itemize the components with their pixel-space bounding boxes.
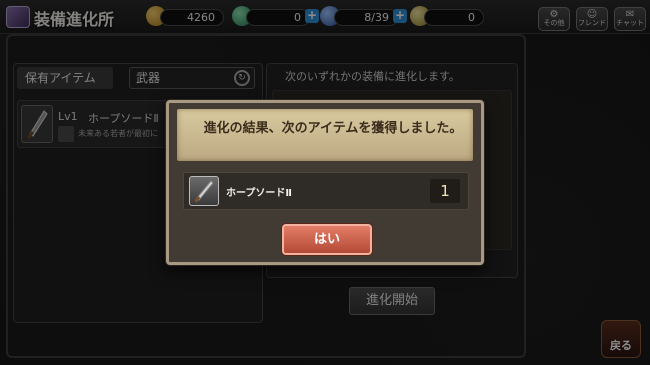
dialog-message: 進化の結果、次のアイテムを獲得しました。 (203, 121, 463, 136)
dialog-header: 進化の結果、次のアイテムを獲得しました。 (177, 109, 473, 161)
result-item-quantity: 1 (430, 179, 460, 203)
result-item-name: ホープソードⅡ (226, 188, 292, 199)
confirm-button[interactable]: はい (282, 224, 372, 255)
sword-icon (189, 176, 219, 206)
result-item-row: ホープソードⅡ 1 (183, 172, 469, 210)
evolution-result-dialog: 進化の結果、次のアイテムを獲得しました。 ホープソードⅡ 1 はい (166, 100, 484, 265)
